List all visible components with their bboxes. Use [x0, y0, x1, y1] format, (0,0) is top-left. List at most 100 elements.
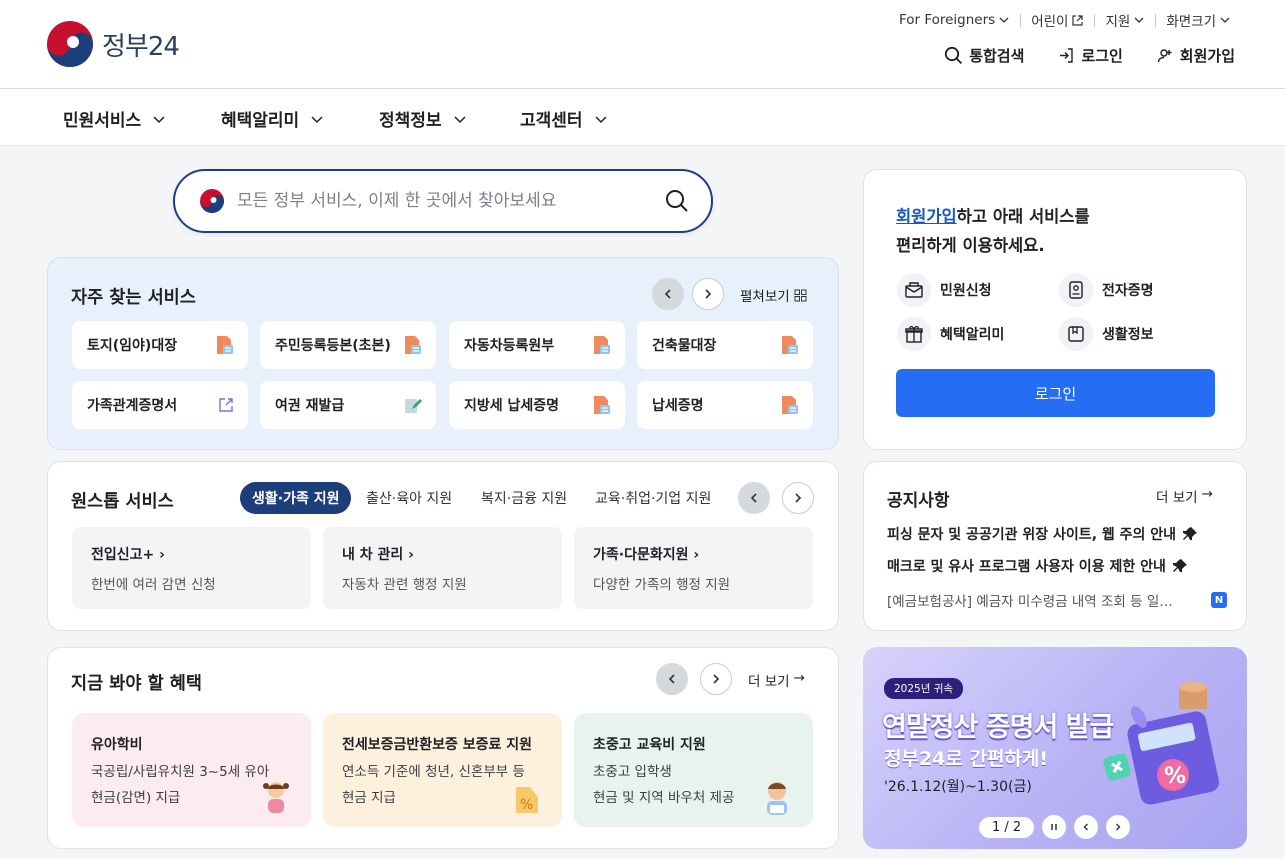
onestop-item-move-in[interactable]: 전입신고+ › 한번에 여러 감면 신청: [72, 527, 311, 609]
benefit-title: 유아학비: [91, 737, 143, 753]
service-benefit-alert[interactable]: 혜택알리미: [897, 317, 1004, 351]
nav-civil-service[interactable]: 민원서비스: [63, 106, 167, 131]
login-message-text: 편리하게 이용하세요.: [896, 236, 1045, 255]
frequent-service-label: 토지(임야)대장: [87, 338, 178, 354]
benefit-card-deposit-guarantee[interactable]: 전세보증금반환보증 보증료 지원 연소득 기준에 청년, 신혼부부 등 현금 지급…: [323, 713, 562, 827]
svg-text:%: %: [1164, 764, 1186, 789]
frequent-service-item[interactable]: 지방세 납세증명: [449, 381, 625, 429]
site-logo[interactable]: 정부24: [46, 21, 196, 67]
more-label: 더 보기: [748, 674, 790, 690]
signup-link[interactable]: 회원가입: [1157, 45, 1235, 66]
login-message-text: 하고 아래 서비스를: [956, 207, 1090, 226]
search-input[interactable]: [237, 191, 665, 211]
notice-item[interactable]: [예금보험공사] 예금자 미수령금 내역 조회 등 일… N: [887, 590, 1227, 610]
onestop-item-family[interactable]: 가족·다문화지원 › 다양한 가족의 행정 지원: [574, 527, 813, 609]
benefit-card-kindergarten[interactable]: 유아학비 국공립/사립유치원 3~5세 유아 현금(감면) 지급: [72, 713, 311, 827]
frequent-service-label: 주민등록등본(초본): [275, 338, 391, 354]
chevron-left-icon: [668, 674, 675, 684]
nav-benefit-alert[interactable]: 혜택알리미: [221, 106, 325, 131]
login-link[interactable]: 로그인: [1058, 45, 1123, 66]
frequent-services-title: 자주 찾는 서비스: [71, 288, 196, 308]
onestop-item-title: 내 차 관리: [342, 547, 404, 563]
gift-icon: [897, 317, 931, 351]
notice-item[interactable]: 피싱 문자 및 공공기관 위장 사이트, 웹 주의 안내: [887, 524, 1227, 544]
onestop-item-desc: 자동차 관련 행정 지원: [342, 577, 467, 593]
frequent-service-item[interactable]: 토지(임야)대장: [72, 321, 248, 369]
chevron-down-icon: [454, 115, 466, 123]
prev-button[interactable]: [656, 663, 688, 695]
notice-more-link[interactable]: 더 보기 →: [1156, 486, 1213, 506]
font-size-label: 화면크기: [1166, 14, 1216, 30]
document-icon: [593, 395, 611, 415]
promo-banner[interactable]: % 2025년 귀속 연말정산 증명서 발급 정부24로 간편하게! '26.1…: [863, 647, 1247, 849]
prev-button[interactable]: [738, 482, 770, 514]
benefit-title: 전세보증금반환보증 보증료 지원: [342, 737, 533, 753]
nav-policy-info[interactable]: 정책정보: [379, 106, 468, 131]
banner-prev-button[interactable]: [1074, 815, 1099, 839]
for-foreigners-link[interactable]: For Foreigners: [889, 11, 1020, 29]
region-menu[interactable]: 지원: [1095, 11, 1155, 30]
benefits-more-link[interactable]: 더 보기 →: [748, 670, 805, 690]
kids-link[interactable]: 어린이: [1021, 11, 1094, 30]
chevron-down-icon: [595, 115, 607, 123]
search-icon[interactable]: [665, 189, 689, 213]
frequent-service-label: 납세증명: [652, 398, 704, 414]
tab-education-job[interactable]: 교육·취업·기업 지원: [583, 482, 723, 514]
nav-label: 민원서비스: [63, 111, 142, 131]
banner-next-button[interactable]: [1106, 815, 1131, 839]
font-size-menu[interactable]: 화면크기: [1156, 11, 1241, 30]
chevron-right-icon: [795, 493, 802, 503]
add-user-icon: [1157, 49, 1172, 63]
frequent-service-item[interactable]: 주민등록등본(초본): [260, 321, 436, 369]
benefit-card-education[interactable]: 초중고 교육비 지원 초중고 입학생 현금 및 지역 바우처 제공: [574, 713, 813, 827]
onestop-item-desc: 한번에 여러 감면 신청: [91, 577, 216, 593]
notice-item[interactable]: 매크로 및 유사 프로그램 사용자 이용 제한 안내: [887, 556, 1227, 576]
frequent-service-label: 지방세 납세증명: [464, 398, 560, 414]
next-button[interactable]: [782, 482, 814, 514]
more-label: 더 보기: [1156, 490, 1198, 506]
pause-button[interactable]: [1042, 815, 1067, 839]
pencil-icon: [404, 396, 422, 414]
percent-tag-icon: %: [516, 787, 538, 813]
banner-tag: 2025년 귀속: [884, 678, 964, 699]
document-icon: [593, 335, 611, 355]
prev-button[interactable]: [652, 278, 684, 310]
certificate-icon: [1059, 273, 1093, 307]
document-icon: [404, 335, 422, 355]
tab-birth-childcare[interactable]: 출산·육아 지원: [354, 482, 464, 514]
main-navigation: 민원서비스 혜택알리미 정책정보 고객센터: [0, 89, 1285, 146]
signup-inline-link[interactable]: 회원가입: [896, 207, 957, 226]
logo-text: 정부24: [102, 31, 180, 62]
service-civil-application[interactable]: 민원신청: [897, 273, 992, 307]
onestop-item-my-car[interactable]: 내 차 관리 › 자동차 관련 행정 지원: [323, 527, 562, 609]
frequent-service-item[interactable]: 자동차등록원부: [449, 321, 625, 369]
pause-icon: [1051, 824, 1057, 830]
onestop-title: 원스톱 서비스: [71, 492, 174, 512]
login-button[interactable]: 로그인: [896, 369, 1215, 417]
service-e-certificate[interactable]: 전자증명: [1059, 273, 1154, 307]
frequent-service-label: 가족관계증명서: [87, 398, 178, 414]
chevron-down-icon: [1134, 17, 1144, 23]
tab-life-family[interactable]: 생활·가족 지원: [240, 482, 352, 514]
frequent-service-item[interactable]: 건축물대장: [637, 321, 813, 369]
next-button[interactable]: [692, 278, 724, 310]
integrated-search-label: 통합검색: [969, 47, 1025, 65]
taegeuk-icon: [200, 189, 224, 213]
chevron-left-icon: [1083, 823, 1089, 831]
frequent-service-item[interactable]: 납세증명: [637, 381, 813, 429]
search-icon: [945, 46, 963, 65]
frequent-service-item[interactable]: 여권 재발급: [260, 381, 436, 429]
frequent-service-item[interactable]: 가족관계증명서: [72, 381, 248, 429]
chevron-right-icon: ›: [693, 547, 700, 563]
svg-text:%: %: [520, 797, 533, 813]
chevron-down-icon: [999, 17, 1009, 23]
tab-welfare-finance[interactable]: 복지·금융 지원: [469, 482, 579, 514]
service-life-info[interactable]: 생활정보: [1059, 317, 1154, 351]
expand-button[interactable]: 펼쳐보기: [740, 285, 807, 305]
nav-customer-center[interactable]: 고객센터: [520, 106, 609, 131]
pin-icon: [1172, 559, 1187, 572]
integrated-search-button[interactable]: 통합검색: [944, 45, 1024, 66]
pin-icon: [1183, 527, 1198, 540]
next-button[interactable]: [700, 663, 732, 695]
expand-label: 펼쳐보기: [740, 289, 790, 305]
